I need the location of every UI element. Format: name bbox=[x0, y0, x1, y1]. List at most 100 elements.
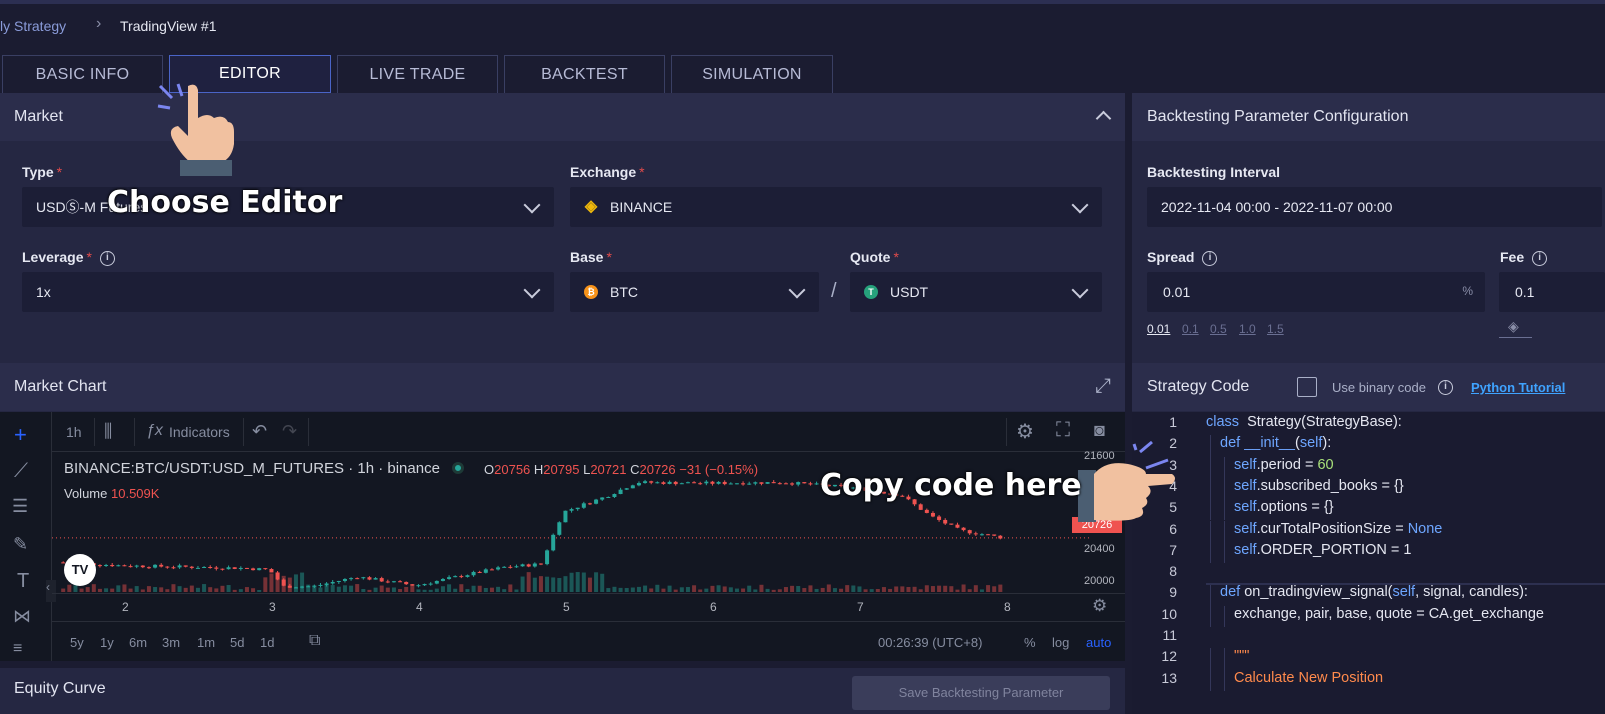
text-tool-icon[interactable]: T bbox=[17, 570, 29, 593]
interval-input[interactable]: 2022-11-04 00:00 - 2022-11-07 00:00 bbox=[1147, 187, 1602, 227]
info-icon[interactable]: i bbox=[99, 250, 115, 266]
python-tutorial-link[interactable]: Python Tutorial bbox=[1471, 380, 1565, 395]
code-line[interactable]: def __init__(self): bbox=[1220, 435, 1331, 451]
breadcrumb-parent[interactable]: ly Strategy bbox=[0, 18, 66, 34]
fib-icon[interactable]: ☰ bbox=[12, 496, 28, 517]
leverage-select[interactable]: 1x bbox=[22, 272, 554, 312]
volume-bar bbox=[85, 587, 90, 592]
code-line[interactable]: class Strategy(StrategyBase): bbox=[1206, 414, 1402, 430]
spread-option[interactable]: 0.5 bbox=[1210, 322, 1227, 336]
range-3m[interactable]: 3m bbox=[162, 635, 180, 650]
pattern-icon[interactable]: ⋈ bbox=[13, 606, 31, 627]
range-1y[interactable]: 1y bbox=[100, 635, 114, 650]
type-label: Type * bbox=[22, 164, 63, 180]
line-number: 12 bbox=[1161, 648, 1177, 665]
code-line[interactable]: self.subscribed_books = {} bbox=[1234, 478, 1404, 494]
spread-option[interactable]: 0.1 bbox=[1182, 322, 1199, 336]
candle-body bbox=[759, 482, 764, 484]
volume-bar bbox=[122, 584, 127, 592]
indent-guide bbox=[1210, 605, 1211, 627]
spread-input[interactable]: 0.01% bbox=[1147, 272, 1485, 312]
crosshair-icon[interactable]: + bbox=[14, 422, 27, 448]
code-line[interactable]: Calculate New Position bbox=[1234, 670, 1383, 686]
tab-simulation[interactable]: SIMULATION bbox=[671, 55, 833, 93]
volume-bar bbox=[471, 585, 476, 592]
trendline-icon[interactable]: ⟋ bbox=[14, 460, 28, 483]
undo-icon[interactable]: ↶ bbox=[252, 421, 267, 442]
spread-option[interactable]: 1.0 bbox=[1239, 322, 1256, 336]
save-backtesting-button[interactable]: Save Backtesting Parameter bbox=[852, 676, 1110, 710]
exchange-select[interactable]: ◈ BINANCE bbox=[570, 187, 1102, 227]
candle-body bbox=[502, 566, 507, 568]
market-chart-title: Market Chart bbox=[14, 378, 107, 395]
tab-live-trade[interactable]: LIVE TRADE bbox=[337, 55, 498, 93]
volume-bar bbox=[134, 586, 139, 592]
settings-gear-icon[interactable]: ⚙ bbox=[1016, 419, 1034, 444]
interval-button[interactable]: 1h bbox=[66, 424, 82, 440]
volume-bar bbox=[820, 587, 825, 592]
indicators-button[interactable]: Indicators bbox=[169, 424, 230, 440]
range-1d[interactable]: 1d bbox=[260, 635, 274, 650]
camera-icon[interactable]: ◙ bbox=[1094, 420, 1105, 441]
volume-bar bbox=[765, 588, 770, 592]
volume-bar bbox=[434, 588, 439, 592]
candles-icon[interactable]: ⫼ bbox=[104, 421, 112, 442]
tether-icon: T bbox=[864, 285, 878, 299]
fee-input[interactable]: 0.1 bbox=[1499, 272, 1605, 312]
volume-bar bbox=[520, 576, 525, 592]
range-5d[interactable]: 5d bbox=[230, 635, 244, 650]
code-line[interactable]: self.options = {} bbox=[1234, 499, 1334, 515]
log-toggle[interactable]: log bbox=[1052, 635, 1069, 650]
volume-bar bbox=[728, 587, 733, 592]
fx-icon[interactable]: ƒx bbox=[146, 422, 163, 440]
code-line[interactable]: self.ORDER_PORTION = 1 bbox=[1234, 542, 1411, 558]
range-6m[interactable]: 6m bbox=[129, 635, 147, 650]
auto-toggle[interactable]: auto bbox=[1086, 635, 1111, 650]
divider bbox=[134, 418, 135, 446]
code-line[interactable]: """ bbox=[1234, 648, 1249, 664]
volume-bar bbox=[189, 585, 194, 592]
candle-body bbox=[459, 576, 464, 578]
spread-option[interactable]: 0.01 bbox=[1147, 322, 1170, 336]
candle-body bbox=[177, 565, 182, 568]
quote-select[interactable]: T USDT bbox=[850, 272, 1102, 312]
candle-body bbox=[734, 483, 739, 485]
info-icon[interactable]: i bbox=[1532, 250, 1548, 266]
code-line[interactable]: self.period = 60 bbox=[1234, 457, 1334, 473]
axis-settings-icon[interactable]: ⚙ bbox=[1092, 596, 1107, 616]
range-1m[interactable]: 1m bbox=[197, 635, 215, 650]
volume-bar bbox=[979, 589, 984, 592]
tab-basic-info[interactable]: BASIC INFO bbox=[2, 55, 163, 93]
redo-icon[interactable]: ↷ bbox=[282, 421, 297, 442]
base-select[interactable]: ₿ BTC bbox=[570, 272, 819, 312]
brush-icon[interactable]: ✎ bbox=[13, 534, 28, 555]
volume-bar bbox=[263, 577, 268, 592]
binary-code-checkbox[interactable] bbox=[1297, 377, 1317, 397]
volume-bar bbox=[667, 585, 672, 592]
candle-body bbox=[532, 563, 537, 567]
tradingview-logo-icon[interactable]: TV bbox=[64, 554, 96, 586]
clock-readout[interactable]: 00:26:39 (UTC+8) bbox=[878, 635, 982, 650]
candle-body bbox=[128, 566, 133, 568]
range-5y[interactable]: 5y bbox=[70, 635, 84, 650]
fullscreen-icon[interactable]: ⛶ bbox=[1056, 419, 1070, 442]
ruler-icon[interactable]: ≡ bbox=[13, 640, 22, 658]
goto-date-icon[interactable]: ⧉ bbox=[309, 632, 320, 650]
info-icon[interactable]: i bbox=[1202, 250, 1218, 266]
code-line[interactable]: self.curTotalPositionSize = None bbox=[1234, 521, 1442, 537]
spread-option[interactable]: 1.5 bbox=[1267, 322, 1284, 336]
indent-guide bbox=[1210, 648, 1211, 670]
code-line[interactable]: exchange, pair, base, quote = CA.get_exc… bbox=[1234, 606, 1544, 622]
candle-body bbox=[930, 512, 935, 517]
percent-toggle[interactable]: % bbox=[1024, 635, 1036, 650]
candle-body bbox=[955, 524, 960, 528]
chevron-down-icon bbox=[1071, 196, 1089, 214]
expand-icon[interactable]: ⤢ bbox=[1095, 375, 1111, 398]
candle-body bbox=[146, 567, 151, 569]
collapse-icon[interactable] bbox=[1095, 110, 1112, 127]
tab-backtest[interactable]: BACKTEST bbox=[504, 55, 665, 93]
volume-bar bbox=[967, 589, 972, 592]
info-icon[interactable]: i bbox=[1438, 379, 1453, 397]
candle-body bbox=[551, 534, 556, 551]
code-line[interactable]: def on_tradingview_signal(self, signal, … bbox=[1220, 584, 1528, 600]
